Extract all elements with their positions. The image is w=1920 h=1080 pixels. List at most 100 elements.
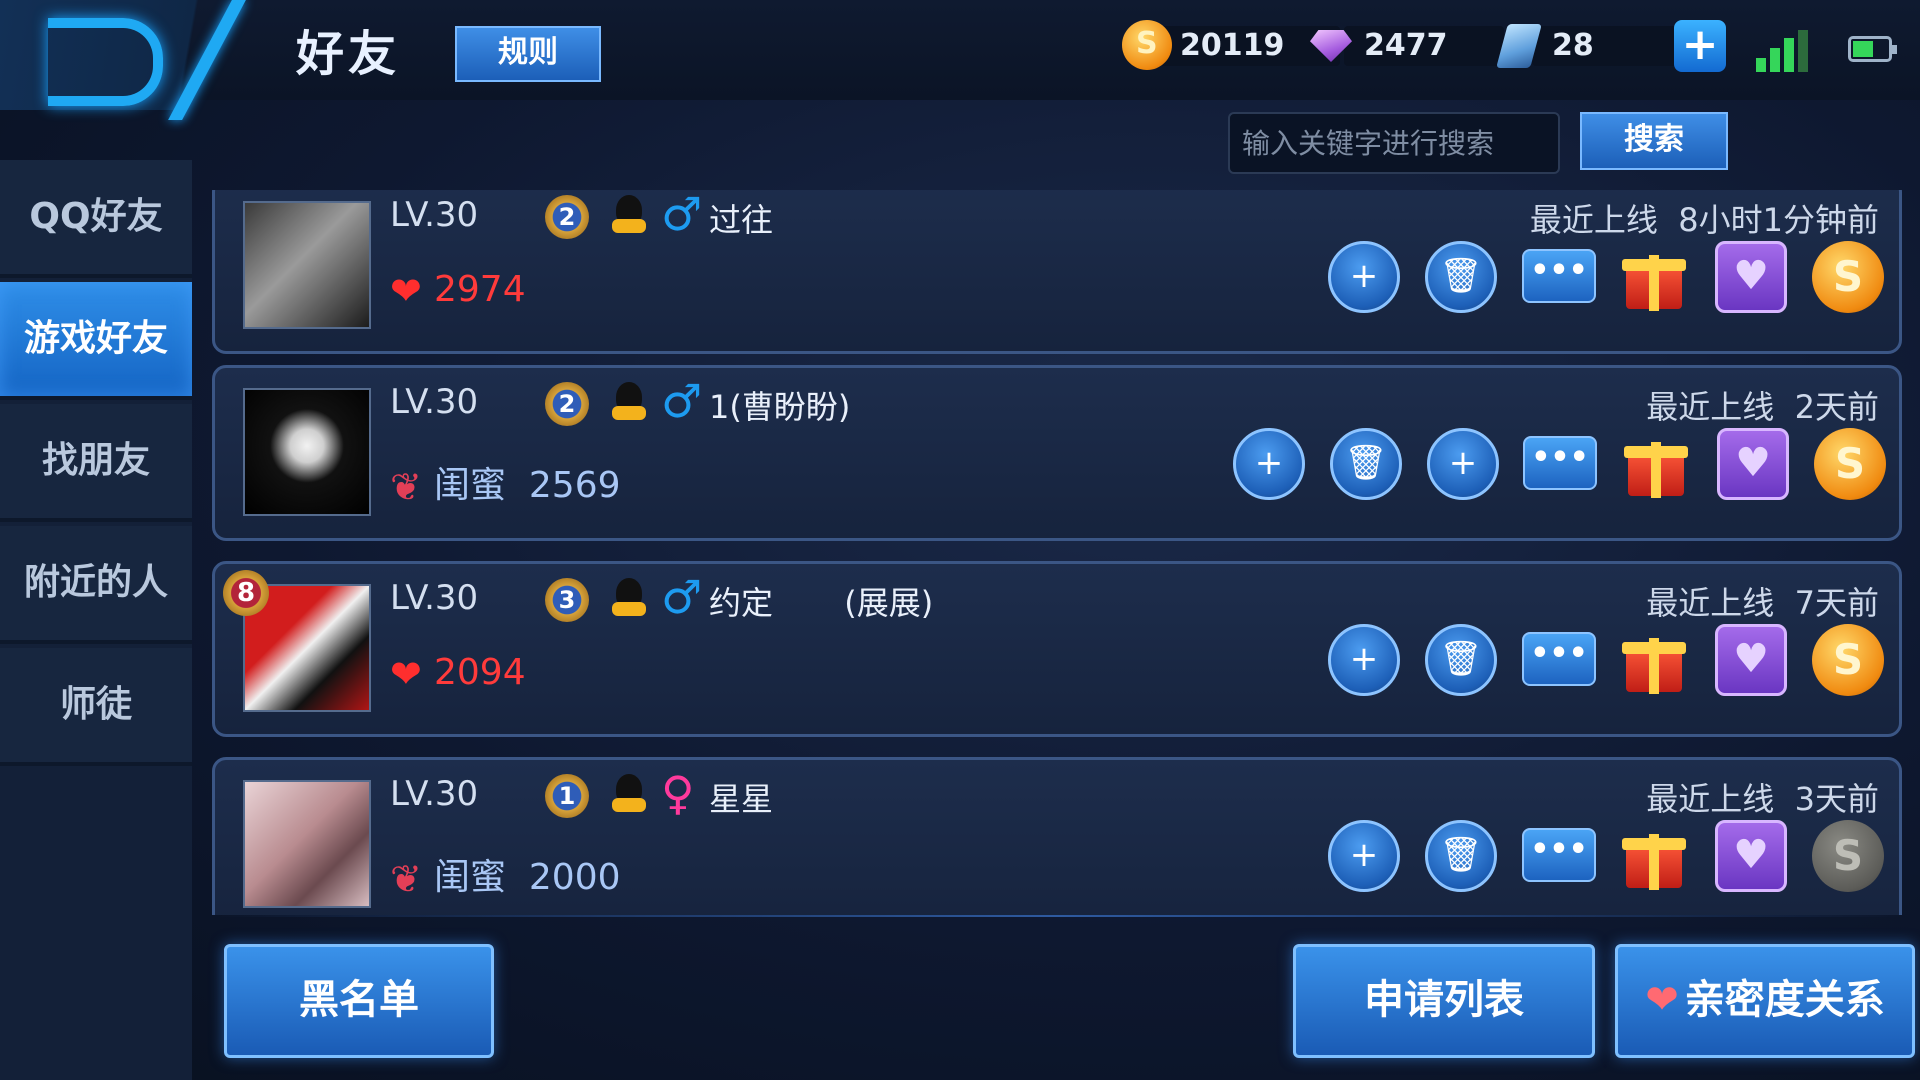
rank-badge: 2: [545, 195, 589, 239]
add-friend-button[interactable]: +: [1328, 241, 1400, 313]
send-gold-button[interactable]: S: [1812, 624, 1884, 696]
purple-heart-icon: ♥: [1733, 253, 1769, 299]
nav-find-friends[interactable]: 找朋友: [0, 404, 192, 522]
divider-slash: [168, 0, 246, 120]
chat-button[interactable]: •••: [1523, 436, 1597, 490]
intimacy: ❤ 2974: [390, 269, 526, 313]
gift-icon: [1622, 642, 1686, 654]
intimacy: ❦ 闺蜜 2000: [390, 848, 621, 901]
level-label: LV.30: [390, 774, 479, 814]
qq-penguin-icon: [610, 770, 648, 816]
chat-icon: •••: [1530, 636, 1588, 671]
add-user-icon: +: [1254, 443, 1284, 483]
delete-friend-button[interactable]: 🗑: [1425, 241, 1497, 313]
intimacy-value: 2000: [528, 857, 621, 898]
female-icon: ♀: [661, 766, 695, 820]
feather-plus-icon: +: [1448, 443, 1478, 483]
friend-card[interactable]: LV.30 1 ♀ 星星 最近上线 3天前 ❦ 闺蜜 2000 + 🗑 ••• ♥…: [212, 757, 1902, 915]
friend-name: 星星: [709, 780, 774, 818]
trash-icon: 🗑: [1439, 639, 1483, 679]
friend-card[interactable]: 8 LV.30 3 ♂ 约定 (展展) 最近上线 7天前 ❤ 2094 + 🗑 •…: [212, 561, 1902, 737]
level-label: LV.30: [390, 578, 479, 618]
gift-icon: [1624, 446, 1688, 458]
heart-icon: ❤: [390, 269, 422, 313]
gift-icon: [1622, 838, 1686, 850]
search-button[interactable]: 搜索: [1580, 112, 1728, 170]
intimacy-relations-label: 亲密度关系: [1684, 977, 1885, 1023]
qq-penguin-icon: [610, 191, 648, 237]
hearts-icon: ❤: [1645, 977, 1679, 1023]
rules-button[interactable]: 规则: [455, 26, 601, 82]
relation-label: 闺蜜: [434, 857, 507, 898]
last-online: 最近上线 3天前: [1646, 780, 1879, 818]
last-online: 最近上线 2天前: [1646, 388, 1879, 426]
trash-icon: 🗑: [1344, 443, 1388, 483]
gold-send-icon: S: [1834, 439, 1866, 488]
ticket-value: 28: [1552, 28, 1594, 63]
friend-card[interactable]: LV.30 2 ♂ 1(曹盼盼) 最近上线 2天前 ❦ 闺蜜 2569 + 🗑 +…: [212, 365, 1902, 541]
request-list-button[interactable]: 申请列表: [1293, 944, 1595, 1058]
gift-button[interactable]: [1620, 428, 1692, 500]
friend-name: 约定 (展展): [709, 584, 934, 622]
add-friend-button[interactable]: +: [1328, 624, 1400, 696]
friend-list[interactable]: LV.30 2 ♂ 过往 最近上线 8小时1分钟前 ❤ 2974 + 🗑 ••• …: [212, 190, 1902, 915]
level-label: LV.30: [390, 195, 479, 235]
gift-button[interactable]: [1618, 624, 1690, 696]
battery-icon: [1848, 36, 1897, 62]
avatar[interactable]: 8: [223, 570, 371, 712]
intimacy-button[interactable]: ♥: [1717, 428, 1789, 500]
nav-game-friends[interactable]: 游戏好友: [0, 282, 192, 400]
add-user-icon: +: [1349, 835, 1379, 875]
back-button[interactable]: [0, 0, 260, 120]
intimacy-value: 2974: [434, 269, 526, 310]
intimacy-button[interactable]: ♥: [1715, 624, 1787, 696]
delete-friend-button[interactable]: 🗑: [1425, 820, 1497, 892]
male-icon: ♂: [661, 190, 703, 241]
friend-card[interactable]: LV.30 2 ♂ 过往 最近上线 8小时1分钟前 ❤ 2974 + 🗑 ••• …: [212, 190, 1902, 354]
avatar[interactable]: [243, 780, 371, 908]
recharge-plus-button[interactable]: +: [1674, 20, 1726, 72]
add-friend-button[interactable]: +: [1328, 820, 1400, 892]
purple-heart-icon: ♥: [1733, 832, 1769, 878]
avatar-badge: 8: [223, 570, 269, 616]
level-label: LV.30: [390, 382, 479, 422]
blacklist-button[interactable]: 黑名单: [224, 944, 494, 1058]
gold-value: 20119: [1180, 28, 1285, 63]
chat-icon: •••: [1531, 440, 1589, 475]
search-input[interactable]: [1228, 112, 1560, 174]
trash-icon: 🗑: [1439, 256, 1483, 296]
page-title: 好友: [296, 26, 401, 82]
gift-button[interactable]: [1618, 241, 1690, 313]
diamond-icon: [1306, 20, 1356, 70]
gift-button[interactable]: [1618, 820, 1690, 892]
nav-qq-friends[interactable]: QQ好友: [0, 160, 192, 278]
avatar[interactable]: [243, 201, 371, 329]
intimacy-button[interactable]: ♥: [1715, 820, 1787, 892]
send-gold-button[interactable]: S: [1814, 428, 1886, 500]
nav-nearby-people[interactable]: 附近的人: [0, 526, 192, 644]
intimacy: ❤ 2094: [390, 652, 526, 696]
delete-friend-button[interactable]: 🗑: [1330, 428, 1402, 500]
heart-icon: ❤: [390, 652, 422, 696]
chat-button[interactable]: •••: [1522, 828, 1596, 882]
avatar[interactable]: [243, 388, 371, 516]
trash-icon: 🗑: [1439, 835, 1483, 875]
chat-button[interactable]: •••: [1522, 249, 1596, 303]
gold-send-icon: S: [1832, 831, 1864, 880]
intimacy-button[interactable]: ♥: [1715, 241, 1787, 313]
ticket-icon: [1494, 20, 1544, 70]
intimacy-relations-button[interactable]: ❤ 亲密度关系: [1615, 944, 1915, 1058]
nav-mentorship[interactable]: 师徒: [0, 648, 192, 766]
male-icon: ♂: [661, 374, 703, 428]
add-user-icon: +: [1349, 639, 1379, 679]
gold-send-icon: S: [1832, 635, 1864, 684]
send-gold-button[interactable]: S: [1812, 241, 1884, 313]
chat-button[interactable]: •••: [1522, 632, 1596, 686]
chat-icon: •••: [1530, 253, 1588, 288]
mentor-button[interactable]: +: [1427, 428, 1499, 500]
add-friend-button[interactable]: +: [1233, 428, 1305, 500]
signal-icon: [1756, 30, 1810, 72]
delete-friend-button[interactable]: 🗑: [1425, 624, 1497, 696]
send-gold-button-disabled[interactable]: S: [1812, 820, 1884, 892]
add-user-icon: +: [1349, 256, 1379, 296]
